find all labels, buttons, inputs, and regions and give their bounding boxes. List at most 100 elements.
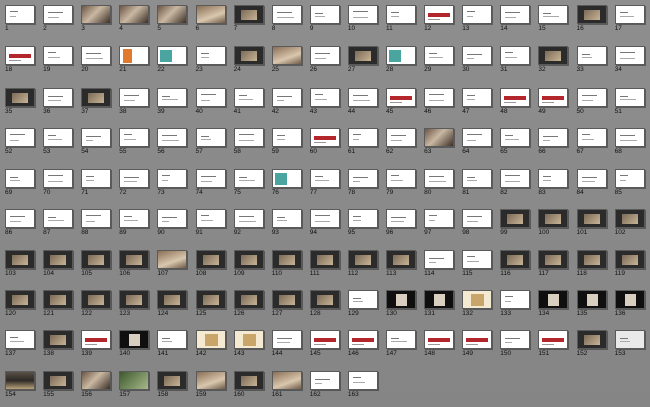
slide-thumbnail-item[interactable]: 162 — [309, 371, 340, 398]
slide-thumbnail-item[interactable]: 63 — [424, 128, 455, 155]
slide-thumbnail[interactable] — [81, 250, 112, 269]
slide-thumbnail[interactable] — [233, 250, 264, 269]
slide-thumbnail[interactable] — [424, 128, 455, 147]
slide-thumbnail[interactable] — [233, 371, 264, 390]
slide-thumbnail[interactable] — [424, 46, 455, 65]
slide-thumbnail-item[interactable]: 30 — [462, 46, 493, 73]
slide-thumbnail-item[interactable]: 146 — [347, 330, 378, 357]
slide-thumbnail-item[interactable]: 131 — [424, 290, 455, 317]
slide-thumbnail-item[interactable]: 42 — [271, 88, 302, 115]
slide-thumbnail-item[interactable]: 61 — [347, 128, 378, 155]
slide-thumbnail[interactable] — [81, 128, 112, 147]
slide-thumbnail-item[interactable]: 13 — [462, 5, 493, 32]
slide-thumbnail[interactable] — [195, 290, 226, 309]
slide-thumbnail[interactable] — [157, 290, 188, 309]
slide-thumbnail[interactable] — [195, 46, 226, 65]
slide-thumbnail-item[interactable]: 123 — [119, 290, 150, 317]
slide-thumbnail[interactable] — [576, 169, 607, 188]
slide-thumbnail-item[interactable]: 35 — [5, 88, 35, 115]
slide-thumbnail-item[interactable]: 111 — [309, 250, 340, 277]
slide-thumbnail-item[interactable]: 141 — [157, 330, 188, 357]
slide-thumbnail[interactable] — [576, 5, 607, 24]
slide-thumbnail[interactable] — [538, 250, 569, 269]
slide-thumbnail-item[interactable]: 154 — [5, 371, 35, 398]
slide-thumbnail-item[interactable]: 86 — [5, 209, 35, 236]
slide-thumbnail[interactable] — [157, 88, 188, 107]
slide-thumbnail-item[interactable]: 36 — [43, 88, 74, 115]
slide-thumbnail-item[interactable]: 87 — [43, 209, 74, 236]
slide-thumbnail-item[interactable]: 70 — [43, 169, 74, 196]
slide-thumbnail[interactable] — [195, 371, 226, 390]
slide-thumbnail[interactable] — [309, 5, 340, 24]
slide-thumbnail[interactable] — [500, 46, 531, 65]
slide-thumbnail-item[interactable]: 100 — [538, 209, 569, 236]
slide-thumbnail[interactable] — [271, 128, 302, 147]
slide-thumbnail-item[interactable]: 5 — [157, 5, 188, 32]
slide-thumbnail-item[interactable]: 62 — [386, 128, 416, 155]
slide-thumbnail-item[interactable]: 116 — [500, 250, 531, 277]
slide-thumbnail-item[interactable]: 8 — [271, 5, 302, 32]
slide-thumbnail-item[interactable]: 89 — [119, 209, 150, 236]
slide-thumbnail[interactable] — [614, 88, 645, 107]
slide-thumbnail-item[interactable]: 95 — [347, 209, 378, 236]
slide-thumbnail[interactable] — [157, 5, 188, 24]
slide-thumbnail-item[interactable]: 22 — [157, 46, 188, 73]
slide-thumbnail[interactable] — [5, 5, 35, 24]
slide-thumbnail[interactable] — [576, 250, 607, 269]
slide-thumbnail[interactable] — [43, 330, 74, 349]
slide-thumbnail[interactable] — [347, 88, 378, 107]
slide-thumbnail-item[interactable]: 64 — [462, 128, 493, 155]
slide-thumbnail-item[interactable]: 25 — [271, 46, 302, 73]
slide-thumbnail[interactable] — [500, 5, 531, 24]
slide-thumbnail[interactable] — [81, 290, 112, 309]
slide-thumbnail[interactable] — [614, 209, 645, 228]
slide-thumbnail-item[interactable]: 145 — [309, 330, 340, 357]
slide-thumbnail-item[interactable]: 155 — [43, 371, 74, 398]
slide-thumbnail[interactable] — [538, 5, 569, 24]
slide-thumbnail-item[interactable]: 90 — [157, 209, 188, 236]
slide-thumbnail-item[interactable]: 109 — [233, 250, 264, 277]
slide-thumbnail-item[interactable]: 28 — [386, 46, 416, 73]
slide-thumbnail-item[interactable]: 112 — [347, 250, 378, 277]
slide-thumbnail-item[interactable]: 138 — [43, 330, 74, 357]
slide-thumbnail-item[interactable]: 97 — [424, 209, 455, 236]
slide-thumbnail[interactable] — [462, 330, 493, 349]
slide-thumbnail[interactable] — [5, 169, 35, 188]
slide-thumbnail-item[interactable]: 107 — [157, 250, 188, 277]
slide-thumbnail-item[interactable]: 127 — [271, 290, 302, 317]
slide-thumbnail-item[interactable]: 23 — [195, 46, 226, 73]
slide-thumbnail[interactable] — [233, 5, 264, 24]
slide-thumbnail[interactable] — [157, 46, 188, 65]
slide-thumbnail[interactable] — [538, 46, 569, 65]
slide-thumbnail[interactable] — [81, 5, 112, 24]
slide-thumbnail[interactable] — [538, 169, 569, 188]
slide-thumbnail-item[interactable]: 157 — [119, 371, 150, 398]
slide-thumbnail[interactable] — [195, 169, 226, 188]
slide-thumbnail-item[interactable]: 133 — [500, 290, 531, 317]
slide-thumbnail-item[interactable]: 159 — [195, 371, 226, 398]
slide-thumbnail[interactable] — [462, 209, 493, 228]
slide-thumbnail-item[interactable]: 148 — [424, 330, 455, 357]
slide-thumbnail-item[interactable]: 31 — [500, 46, 531, 73]
slide-thumbnail-item[interactable]: 120 — [5, 290, 35, 317]
slide-thumbnail[interactable] — [500, 128, 531, 147]
slide-thumbnail[interactable] — [43, 128, 74, 147]
slide-thumbnail[interactable] — [5, 290, 35, 309]
slide-thumbnail[interactable] — [43, 371, 74, 390]
slide-thumbnail-item[interactable]: 136 — [614, 290, 645, 317]
slide-thumbnail-item[interactable]: 93 — [271, 209, 302, 236]
slide-thumbnail[interactable] — [614, 46, 645, 65]
slide-thumbnail[interactable] — [386, 128, 416, 147]
slide-thumbnail[interactable] — [271, 250, 302, 269]
slide-thumbnail-item[interactable]: 47 — [462, 88, 493, 115]
slide-thumbnail[interactable] — [576, 88, 607, 107]
slide-thumbnail-item[interactable]: 56 — [157, 128, 188, 155]
slide-thumbnail[interactable] — [538, 88, 569, 107]
slide-thumbnail[interactable] — [119, 209, 150, 228]
slide-thumbnail-item[interactable]: 104 — [43, 250, 74, 277]
slide-thumbnail[interactable] — [309, 46, 340, 65]
slide-thumbnail-item[interactable]: 59 — [271, 128, 302, 155]
slide-thumbnail[interactable] — [81, 88, 112, 107]
slide-thumbnail[interactable] — [119, 169, 150, 188]
slide-thumbnail[interactable] — [309, 250, 340, 269]
